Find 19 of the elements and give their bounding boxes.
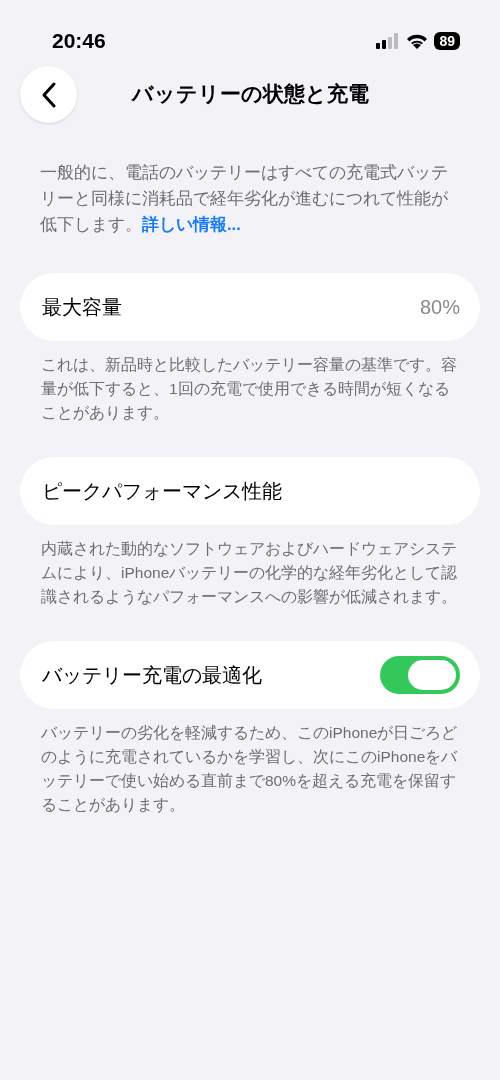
toggle-switch[interactable]	[380, 656, 460, 694]
row-label: バッテリー充電の最適化	[42, 663, 262, 688]
learn-more-link[interactable]: 詳しい情報...	[142, 215, 241, 233]
intro-text: 一般的に、電話のバッテリーはすべての充電式バッテリーと同様に消耗品で経年劣化が進むにつれて性能が低下します。詳しい情報...	[40, 162, 449, 235]
section-footer: 内蔵された動的なソフトウェアおよびハードウェアシステムにより、iPhoneバッテリーの化学的な経年劣化として認識されるようなパフォーマンスへの影響が低減されます。	[41, 537, 459, 609]
back-icon	[40, 81, 57, 108]
battery-level: 89	[434, 32, 460, 50]
signal-icon	[376, 33, 401, 49]
back-button[interactable]	[20, 66, 77, 123]
row-label: 最大容量	[42, 295, 122, 320]
status-time: 20:46	[52, 28, 106, 55]
row-label: ピークパフォーマンス性能	[42, 479, 282, 504]
section-footer: これは、新品時と比較したバッテリー容量の基準です。容量が低下すると、1回の充電で使用できる時間が短くなることがあります。	[41, 353, 459, 425]
section-footer: バッテリーの劣化を軽減するため、このiPhoneが日ごろどのように充電されているかを学習し、次にこのiPhoneをバッテリーで使い始める直前まで80%を超える充電を保留することがあります。	[41, 721, 459, 817]
wifi-icon	[406, 33, 429, 49]
settings-row[interactable]: ピークパフォーマンス性能	[20, 457, 480, 525]
capacity-value: 80%	[419, 295, 460, 320]
settings-row[interactable]: 最大容量 80%	[20, 273, 480, 341]
page-title: バッテリーの状態と充電	[131, 81, 369, 108]
